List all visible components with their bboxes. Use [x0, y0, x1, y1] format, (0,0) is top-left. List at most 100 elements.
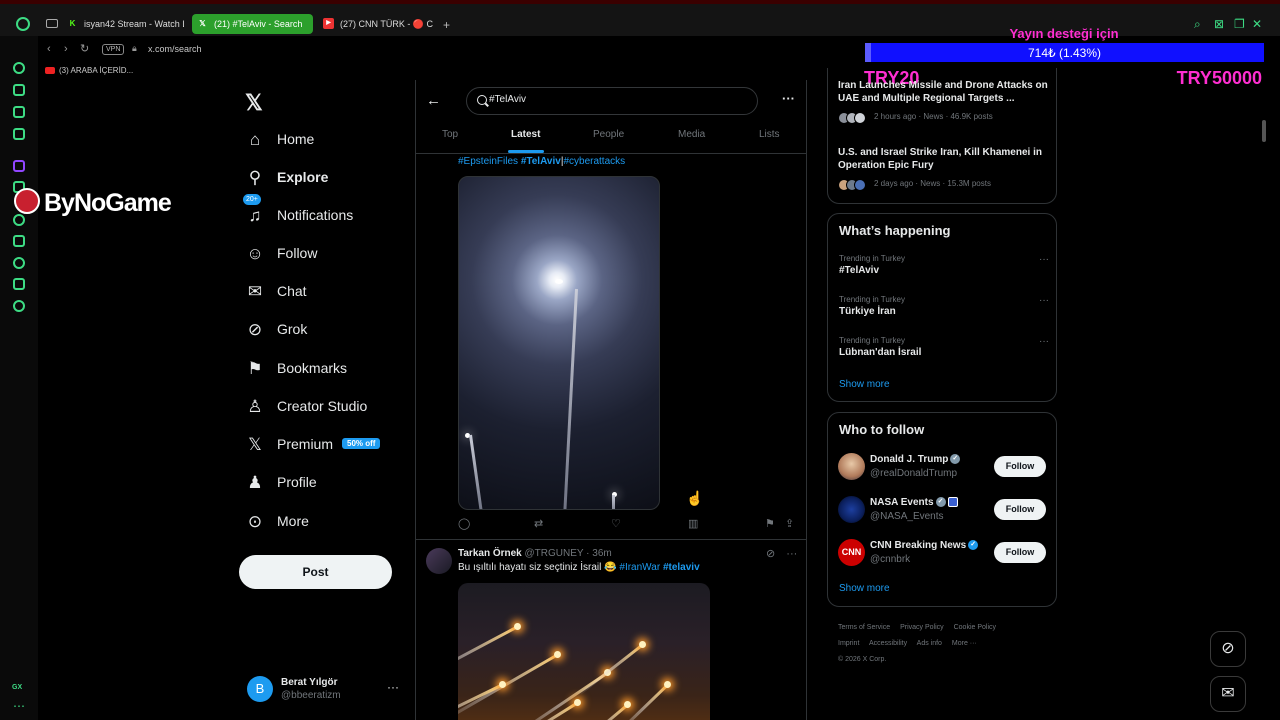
footer-link[interactable]: Terms of Service [838, 624, 890, 631]
search-tabs: Top Latest People Media Lists [416, 122, 806, 154]
new-tab-icon[interactable]: + [443, 19, 450, 31]
news-item[interactable]: U.S. and Israel Strike Iran, Kill Khamen… [838, 146, 1048, 193]
player-icon[interactable] [13, 214, 25, 226]
footer-link[interactable]: More ··· [952, 640, 977, 647]
more-icon[interactable]: ··· [1039, 336, 1049, 347]
grok-button[interactable]: ⊘ [1210, 631, 1246, 667]
search-icon [477, 95, 487, 105]
bookmark-icon[interactable]: ⚑ [765, 517, 775, 531]
messenger-icon[interactable] [13, 128, 25, 140]
more-icon[interactable]: ··· [786, 548, 797, 560]
like-icon[interactable]: ♡ [611, 517, 621, 531]
tab-people[interactable]: People [593, 129, 624, 140]
profile-icon: ♟ [247, 473, 263, 492]
reply-icon[interactable]: ◯ [458, 517, 470, 531]
follow-suggestion[interactable]: CNN CNN Breaking News ✓ @cnnbrk Follow [838, 539, 1050, 567]
search-input[interactable] [489, 94, 739, 105]
follow-button[interactable]: Follow [994, 499, 1046, 520]
suggestion-handle: @cnnbrk [870, 554, 911, 565]
missile-streak [579, 643, 644, 695]
retweet-icon[interactable]: ⇄ [534, 517, 543, 531]
back-icon[interactable]: ‹ [47, 43, 51, 55]
mail-icon: ✉ [247, 282, 263, 301]
footer-link[interactable]: Cookie Policy [954, 624, 996, 631]
lock-icon[interactable]: 🔒︎ [132, 43, 137, 54]
more-icon[interactable]: ··· [387, 680, 399, 694]
bookmark-icon: ⚑ [247, 359, 263, 378]
twitch-icon[interactable] [13, 160, 25, 172]
more-icon[interactable]: ··· [1039, 295, 1049, 306]
hashtag-link[interactable]: #IranWar [619, 562, 660, 573]
post-button[interactable]: Post [239, 555, 392, 589]
reload-icon[interactable]: ↻ [80, 43, 89, 55]
tweet-video[interactable] [458, 176, 660, 510]
hashtag-link[interactable]: #EpsteinFiles [458, 156, 518, 167]
youtube-icon [45, 67, 55, 74]
follow-suggestion[interactable]: Donald J. Trump ✓ @realDonaldTrump Follow [838, 453, 1050, 481]
url-field[interactable]: x.com/search [148, 44, 202, 54]
missile-flare [554, 651, 561, 658]
follow-icon: ☺ [246, 244, 264, 263]
footer-link[interactable]: Accessibility [869, 640, 907, 647]
trend-name: Türkiye İran [839, 306, 896, 317]
account-switcher[interactable]: B Berat Yılgör @bbeeratizm ··· [247, 676, 407, 704]
browser-tab-x[interactable]: 𝕏 (21) #TelAviv - Search [192, 14, 313, 34]
trend-item[interactable]: Trending in Turkey #TelAviv ··· [839, 254, 1049, 282]
tab-media[interactable]: Media [678, 129, 705, 140]
tab-top[interactable]: Top [442, 129, 458, 140]
follow-suggestion[interactable]: NASA Events ✓ @NASA_Events Follow [838, 496, 1050, 524]
tweet-image[interactable] [458, 583, 710, 720]
share-icon[interactable]: ⇪ [785, 517, 794, 531]
browser-tab-cnn[interactable]: ▶ (27) CNN TÜRK - 🔴 C [318, 14, 436, 34]
footer-link[interactable]: Ads info [917, 640, 942, 647]
more-icon[interactable]: ⋯ [13, 699, 25, 713]
hashtag-link[interactable]: #TelAviv [521, 156, 561, 167]
show-more-link[interactable]: Show more [839, 583, 890, 594]
refresh-icon[interactable] [13, 62, 25, 74]
pin-icon[interactable] [13, 235, 25, 247]
news-title: U.S. and Israel Strike Iran, Kill Khamen… [838, 147, 1042, 171]
forward-icon[interactable]: › [64, 43, 68, 55]
search-box[interactable] [466, 87, 758, 115]
bookmark-item[interactable]: (3) ARABA İÇERİD... [59, 66, 133, 75]
author-name[interactable]: Tarkan Örnek [458, 548, 522, 559]
scrollbar[interactable] [1262, 120, 1266, 142]
extensions-icon[interactable] [13, 278, 25, 290]
news-meta-text: 2 hours ago · News · 46.9K posts [874, 112, 993, 121]
follow-button[interactable]: Follow [994, 542, 1046, 563]
messages-button[interactable]: ✉ [1210, 676, 1246, 712]
vpn-badge[interactable]: VPN [102, 44, 125, 55]
news-item[interactable]: Iran Launches Missile and Drone Attacks … [838, 79, 1048, 126]
browser-tab-kick[interactable]: K isyan42 Stream - Watch Li [62, 14, 184, 34]
tab-label: isyan42 Stream - Watch Li [84, 19, 184, 29]
tab-switcher-icon[interactable] [46, 19, 58, 28]
x-logo-icon[interactable]: 𝕏 [245, 90, 263, 116]
footer-link[interactable]: Privacy Policy [900, 624, 944, 631]
settings-icon[interactable] [13, 300, 25, 312]
tab-lists[interactable]: Lists [759, 129, 780, 140]
tweet-top-icons: ⊘ ··· [766, 547, 797, 560]
tweet-time[interactable]: 36m [592, 548, 611, 559]
show-more-link[interactable]: Show more [839, 379, 890, 390]
tab-latest[interactable]: Latest [511, 129, 540, 140]
more-icon[interactable]: ··· [1039, 254, 1049, 265]
follow-button[interactable]: Follow [994, 456, 1046, 477]
gx-corner-icon[interactable] [13, 106, 25, 118]
footer-link[interactable]: Imprint [838, 640, 859, 647]
cart-icon[interactable] [13, 84, 25, 96]
hashtag-link[interactable]: #cyberattacks [563, 156, 625, 167]
trend-item[interactable]: Trending in Turkey Lübnan'dan İsrail ··· [839, 336, 1049, 364]
author-handle[interactable]: @TRGUNEY [525, 548, 584, 559]
views-icon[interactable]: ▥ [688, 517, 698, 531]
nav-label: Bookmarks [277, 360, 348, 376]
missile-streak [581, 703, 629, 720]
back-arrow-icon[interactable]: ← [426, 92, 441, 109]
news-title: Iran Launches Missile and Drone Attacks … [838, 80, 1048, 104]
more-icon[interactable]: ··· [782, 91, 795, 106]
trend-item[interactable]: Trending in Turkey Türkiye İran ··· [839, 295, 1049, 323]
history-icon[interactable] [13, 257, 25, 269]
opera-logo-icon[interactable] [16, 17, 30, 31]
grok-icon[interactable]: ⊘ [766, 548, 775, 560]
hashtag-link[interactable]: #telaviv [663, 562, 700, 573]
avatar[interactable] [426, 548, 452, 574]
